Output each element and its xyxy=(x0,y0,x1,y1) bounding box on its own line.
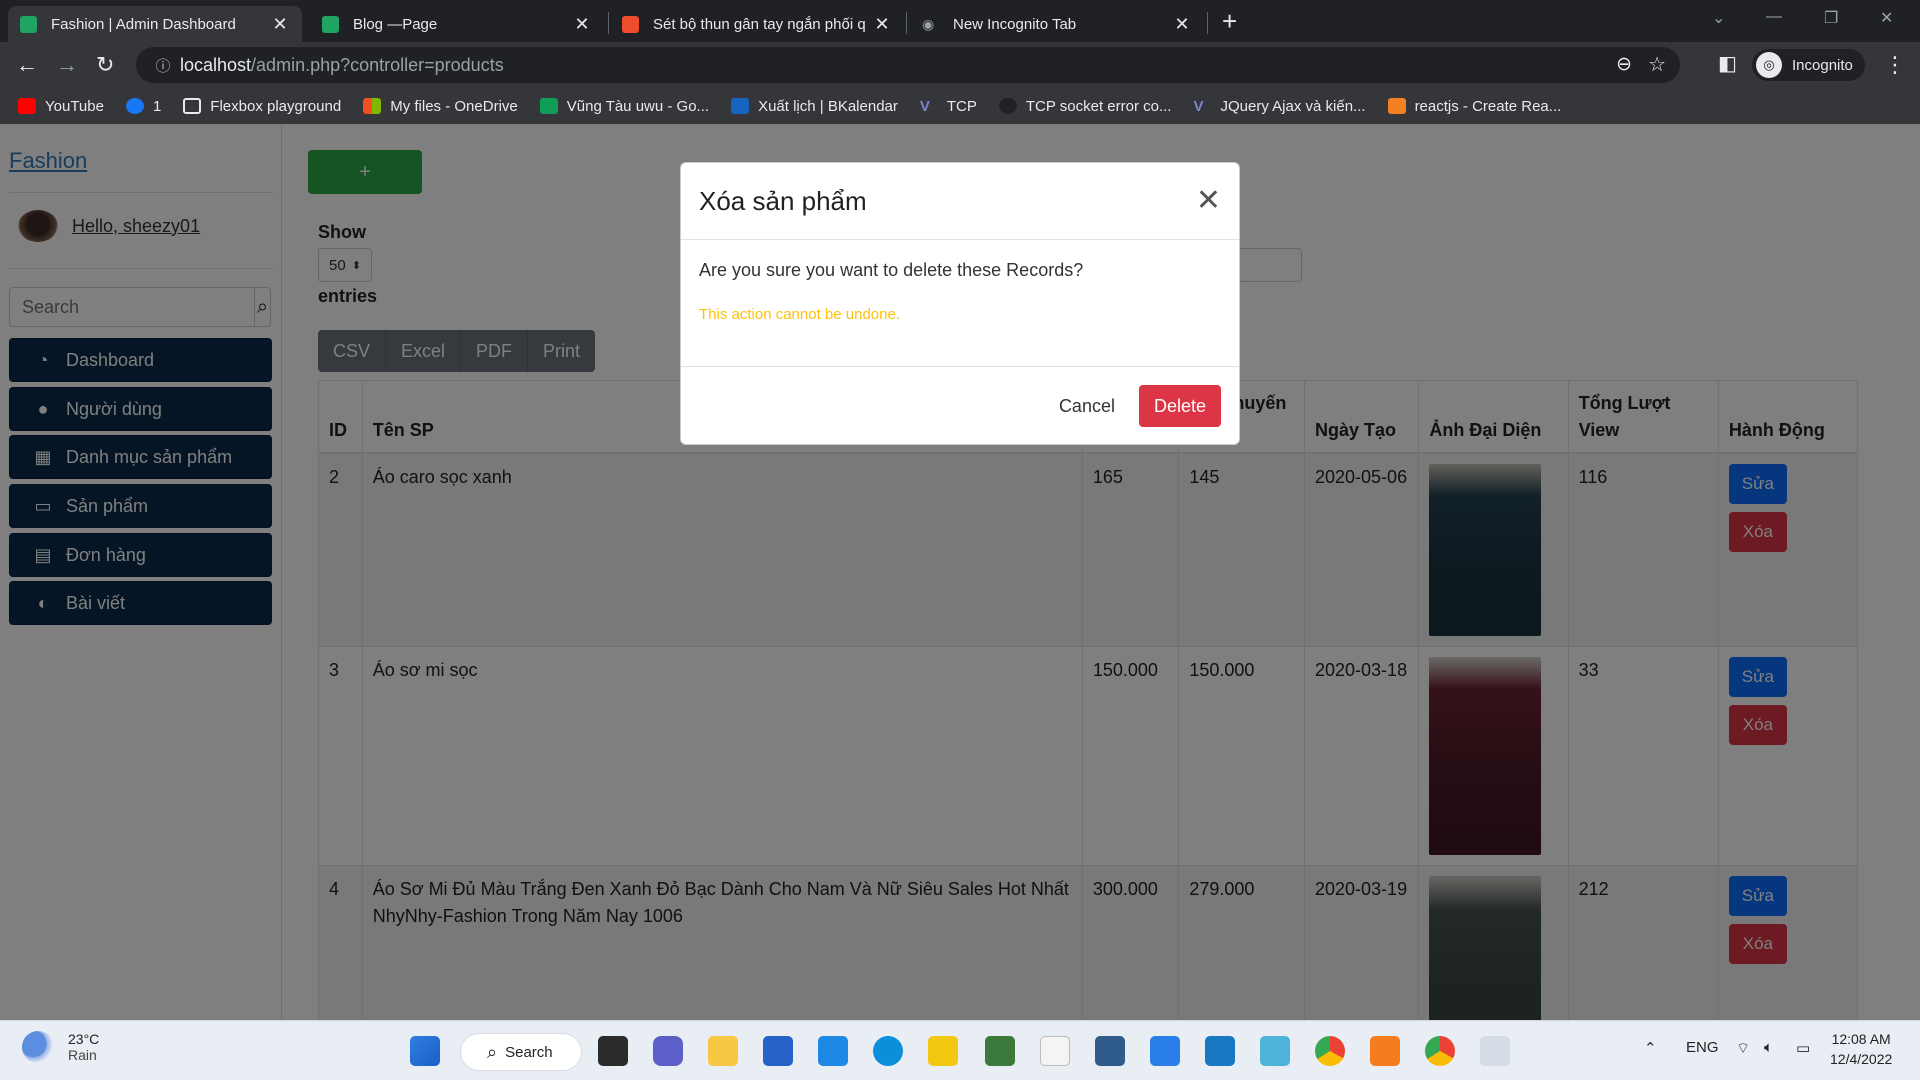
bookmark-tcp-socket[interactable]: TCP socket error co... xyxy=(998,98,1171,115)
file-explorer-icon[interactable] xyxy=(708,1036,738,1066)
tab-admin-dashboard[interactable]: Fashion | Admin Dashboard ✕ xyxy=(8,6,302,42)
restore-button[interactable]: ❐ xyxy=(1824,8,1838,28)
address-toolbar: ← → ↻ ⓘ localhost/admin.php?controller=p… xyxy=(0,42,1920,88)
power-bi-icon[interactable] xyxy=(928,1036,958,1066)
search-icon: ⌕ xyxy=(487,1041,498,1062)
bookmark-bkalendar[interactable]: Xuất lịch | BKalendar xyxy=(731,98,898,115)
bookmark-reactjs[interactable]: reactjs - Create Rea... xyxy=(1387,98,1561,115)
v-icon: V xyxy=(919,98,930,115)
temperature: 23°C xyxy=(68,1031,100,1047)
modal-title: Xóa sản phẩm xyxy=(699,185,867,216)
edge-icon[interactable] xyxy=(873,1036,903,1066)
url-text[interactable]: localhost/admin.php?controller=products xyxy=(180,55,504,76)
tab-title: Fashion | Admin Dashboard xyxy=(51,15,236,33)
system-clock[interactable]: 12:08 AM 12/4/2022 xyxy=(1830,1029,1892,1069)
language-indicator[interactable]: ENG xyxy=(1686,1039,1719,1056)
bookmark-flexbox[interactable]: Flexbox playground xyxy=(183,98,341,115)
facebook-icon xyxy=(125,98,144,114)
tab-shopee-product[interactable]: Sét bộ thun gân tay ngắn phối q ✕ xyxy=(610,6,904,42)
taskbar-search[interactable]: ⌕ Search xyxy=(460,1033,582,1071)
side-panel-icon[interactable]: ◧ xyxy=(1718,51,1737,76)
teams-chat-icon[interactable] xyxy=(653,1036,683,1066)
xampp-icon[interactable] xyxy=(1370,1036,1400,1066)
bookmark-onedrive[interactable]: My files - OneDrive xyxy=(363,98,518,115)
close-tab-icon[interactable]: ✕ xyxy=(1172,14,1192,35)
modal-warning: This action cannot be undone. xyxy=(699,306,900,323)
sheets-icon xyxy=(539,98,558,114)
zoom-icon[interactable]: ⊖ xyxy=(1616,53,1632,76)
page-content: Fashion Hello, sheezy01 ⌕ ◔Dashboard ●Ng… xyxy=(0,124,1920,1020)
page-favicon-icon xyxy=(20,15,37,33)
app-icon[interactable] xyxy=(1260,1036,1290,1066)
notepad-icon[interactable] xyxy=(1040,1036,1070,1066)
chrome-incognito-icon[interactable] xyxy=(1425,1036,1455,1066)
microsoft-icon xyxy=(363,98,382,114)
mysql-workbench-icon[interactable] xyxy=(1095,1036,1125,1066)
profile-label: Incognito xyxy=(1792,56,1853,74)
delete-product-modal: Xóa sản phẩm ✕ Are you sure you want to … xyxy=(680,162,1240,445)
back-arrow-icon[interactable]: ← xyxy=(16,52,38,78)
rain-cloud-icon xyxy=(22,1031,54,1063)
weather-condition: Rain xyxy=(68,1047,97,1063)
bookmarks-bar: YouTube 1 Flexbox playground My files - … xyxy=(0,88,1920,124)
profile-incognito[interactable]: ◎ Incognito xyxy=(1752,49,1865,81)
tab-title: Sét bộ thun gân tay ngắn phối q xyxy=(653,15,866,33)
tab-search-icon[interactable]: ⌄ xyxy=(1712,8,1725,28)
youtube-icon xyxy=(18,98,36,114)
reload-icon[interactable]: ↻ xyxy=(96,52,114,78)
site-info-icon[interactable]: ⓘ xyxy=(146,55,180,76)
stackoverflow-icon xyxy=(1387,98,1406,114)
windows-taskbar: 23°C Rain ⌕ Search ⌃ ENG ⌔ 🔈︎ ▭ 12:08 AM … xyxy=(0,1020,1920,1080)
new-tab-button[interactable]: + xyxy=(1222,8,1237,34)
bookmark-tcp[interactable]: V TCP xyxy=(919,98,977,116)
modal-message: Are you sure you want to delete these Re… xyxy=(699,260,1084,280)
forward-arrow-icon[interactable]: → xyxy=(56,52,78,78)
github-icon xyxy=(998,98,1017,114)
bookmark-jquery[interactable]: V JQuery Ajax và kiến... xyxy=(1193,98,1365,116)
flexbox-icon xyxy=(183,98,202,114)
menu-kebab-icon[interactable]: ⋮ xyxy=(1884,52,1906,78)
modal-header: Xóa sản phẩm ✕ xyxy=(681,163,1239,240)
modal-body: Are you sure you want to delete these Re… xyxy=(681,240,1239,367)
bkalendar-icon xyxy=(731,98,750,114)
volume-icon[interactable]: 🔈︎ xyxy=(1764,1039,1773,1056)
snipping-tool-icon[interactable] xyxy=(1480,1036,1510,1066)
incognito-icon: ◎ xyxy=(1756,52,1782,78)
close-window-button[interactable]: ✕ xyxy=(1880,8,1893,28)
close-tab-icon[interactable]: ✕ xyxy=(270,14,290,35)
bookmark-sheets[interactable]: Vũng Tàu uwu - Go... xyxy=(539,98,709,115)
windows-start-icon[interactable] xyxy=(410,1036,440,1066)
chevron-up-icon[interactable]: ⌃ xyxy=(1644,1039,1657,1057)
task-view-icon[interactable] xyxy=(598,1036,628,1066)
app-icon[interactable] xyxy=(985,1036,1015,1066)
tab-blog-page[interactable]: Blog —Page ✕ xyxy=(310,6,604,42)
page-favicon-icon xyxy=(322,15,339,33)
incognito-icon: ◉ xyxy=(922,15,935,32)
delete-confirm-button[interactable]: Delete xyxy=(1138,385,1221,427)
weather-widget[interactable]: 23°C Rain xyxy=(22,1031,99,1063)
close-tab-icon[interactable]: ✕ xyxy=(572,14,592,35)
close-tab-icon[interactable]: ✕ xyxy=(872,14,892,35)
tab-title: New Incognito Tab xyxy=(953,15,1077,33)
l-app-icon[interactable] xyxy=(818,1036,848,1066)
v-icon: V xyxy=(1193,98,1204,115)
tab-title: Blog —Page xyxy=(353,15,438,33)
minimize-button[interactable]: — xyxy=(1766,8,1782,26)
tab-new-incognito[interactable]: ◉ New Incognito Tab ✕ xyxy=(910,6,1204,42)
bookmark-facebook[interactable]: 1 xyxy=(125,98,161,115)
shopee-icon xyxy=(622,15,639,33)
close-icon[interactable]: ✕ xyxy=(1196,186,1221,216)
bookmark-youtube[interactable]: YouTube xyxy=(18,98,104,115)
omnibox[interactable]: ⓘ localhost/admin.php?controller=product… xyxy=(136,47,1680,83)
wifi-icon[interactable]: ⌔ xyxy=(1736,1039,1750,1058)
battery-icon[interactable]: ▭ xyxy=(1796,1039,1810,1057)
bookmark-star-icon[interactable]: ☆ xyxy=(1648,52,1666,77)
modal-footer: Cancel Delete xyxy=(681,367,1239,445)
todo-check-icon[interactable] xyxy=(1150,1036,1180,1066)
browser-tab-strip: Fashion | Admin Dashboard ✕ Blog —Page ✕… xyxy=(0,0,1920,42)
chrome-icon[interactable] xyxy=(1315,1036,1345,1066)
microsoft-store-icon[interactable] xyxy=(763,1036,793,1066)
cancel-button[interactable]: Cancel xyxy=(1059,396,1115,417)
vscode-icon[interactable] xyxy=(1205,1036,1235,1066)
